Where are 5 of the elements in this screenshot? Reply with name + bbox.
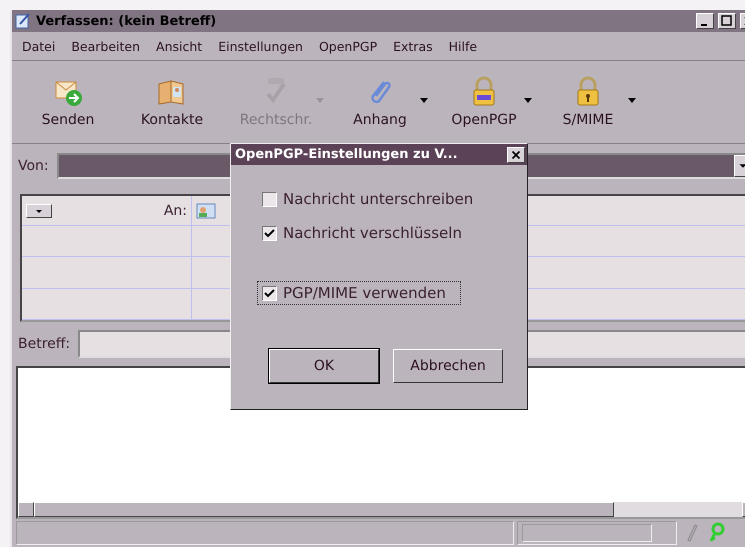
window-title: Verfassen: (kein Betreff) [36,14,218,28]
address-type-label: An: [164,202,187,218]
from-label: Von: [18,158,49,174]
subject-label: Betreff: [18,336,70,352]
dialog-title: OpenPGP-Einstellungen zu V... [235,147,458,162]
